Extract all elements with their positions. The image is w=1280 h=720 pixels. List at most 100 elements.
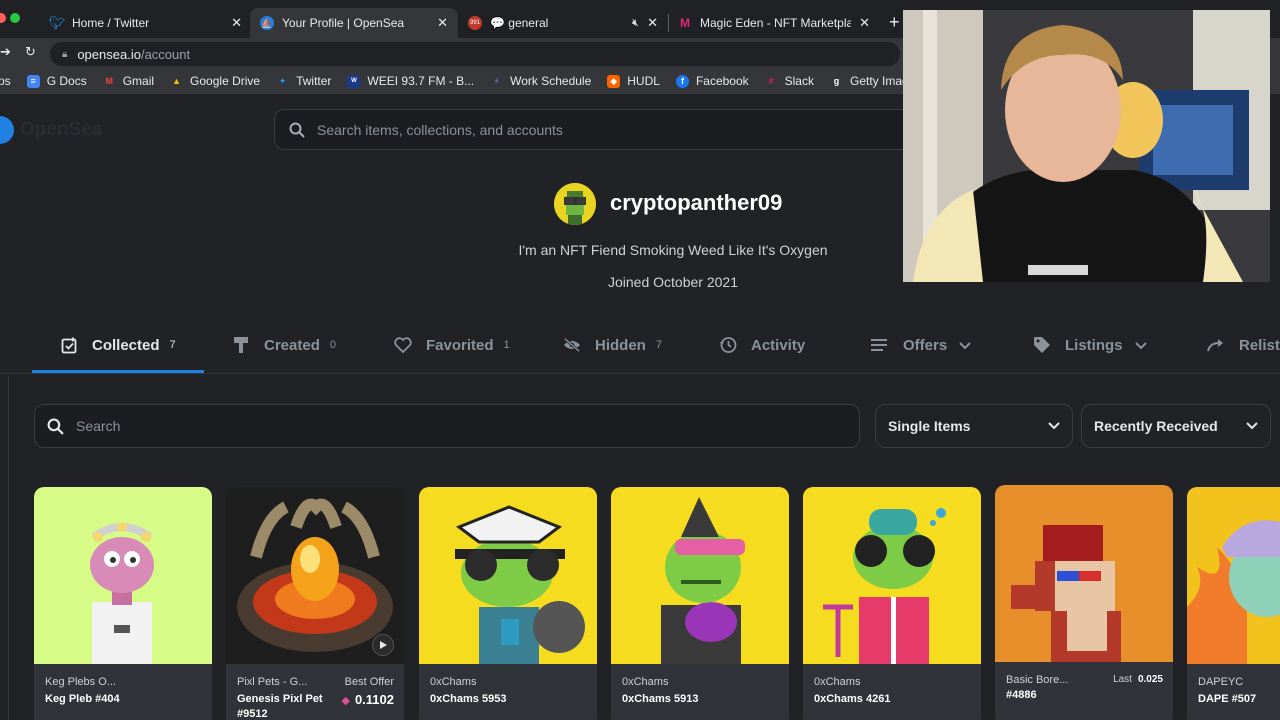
- browser-tab-magic-eden[interactable]: M Magic Eden - NFT Marketplace ✕: [668, 8, 880, 38]
- tab-hidden[interactable]: Hidden 7: [563, 336, 662, 354]
- nft-name: #4886: [1006, 689, 1037, 701]
- search-icon: [47, 418, 64, 435]
- tab-created[interactable]: Created 0: [232, 336, 336, 354]
- collection-name: 0xChams: [814, 676, 861, 688]
- chevron-down-icon: [1048, 422, 1060, 430]
- chevron-down-icon: [959, 337, 971, 354]
- url-field[interactable]: 🔒︎ opensea.io/account: [50, 42, 900, 66]
- tab-favorited[interactable]: Favorited 1: [394, 336, 510, 354]
- lock-icon: 🔒︎: [62, 48, 68, 60]
- best-offer-value: ◆ 0.1102: [341, 692, 394, 707]
- nft-name: 0xChams 5953: [430, 693, 507, 705]
- tab-title: 💬 general: [490, 16, 549, 30]
- sidebar-divider: [8, 376, 9, 720]
- eye-off-icon: [563, 336, 581, 354]
- avatar[interactable]: [554, 183, 596, 225]
- bookmark-slack[interactable]: # Slack: [765, 74, 814, 88]
- bookmark-label: Slack: [784, 74, 814, 88]
- window-zoom-dot[interactable]: [10, 13, 20, 23]
- tab-count: 1: [503, 339, 510, 351]
- browser-tab-discord[interactable]: 991 💬 general 🔇︎ ✕: [458, 8, 668, 38]
- tab-label: Created: [264, 336, 320, 354]
- bookmark-label: Facebook: [695, 74, 749, 88]
- discord-icon: 991: [468, 16, 482, 30]
- nft-name: 0xChams 4261: [814, 693, 891, 705]
- bookmark-weei[interactable]: W WEEI 93.7 FM - B...: [347, 74, 474, 88]
- chevron-down-icon: [1246, 422, 1258, 430]
- nft-card[interactable]: 0xChams 0xChams 5913: [611, 487, 789, 720]
- bookmark-gmail[interactable]: M Gmail: [103, 74, 154, 88]
- opensea-icon: ⛵: [260, 16, 274, 30]
- collection-name: 0xChams: [430, 676, 477, 688]
- username: cryptopanther09: [610, 190, 783, 215]
- collection-name: Keg Plebs O...: [45, 676, 116, 688]
- browser-tab-opensea[interactable]: ⛵ Your Profile | OpenSea ✕: [250, 8, 458, 38]
- forward-icon[interactable]: ➔: [0, 44, 11, 60]
- bookmark-work-schedule[interactable]: ⚡︎ Work Schedule: [490, 74, 591, 88]
- bookmark-twitter[interactable]: ✦ Twitter: [276, 74, 332, 88]
- tab-listings[interactable]: Listings: [1033, 336, 1147, 354]
- bookmark-google-drive[interactable]: ▲ Google Drive: [170, 74, 260, 88]
- tab-count: 7: [169, 339, 176, 351]
- tab-label: Collected: [92, 336, 160, 354]
- window-close-dot[interactable]: [0, 13, 6, 23]
- close-tab-icon[interactable]: ✕: [859, 15, 870, 31]
- drive-icon: ▲: [172, 76, 181, 86]
- browser-tab-twitter[interactable]: 🐦︎ Home / Twitter ✕: [40, 8, 252, 38]
- bookmark-g-docs[interactable]: ≡ G Docs: [26, 74, 87, 88]
- new-tab-button[interactable]: +: [889, 12, 900, 33]
- sort-select[interactable]: Recently Received: [1081, 404, 1271, 448]
- item-type-value: Single Items: [888, 418, 971, 434]
- nft-name: Genesis Pixl Pet #9512: [237, 693, 323, 720]
- collection-name: DAPEYC: [1198, 676, 1244, 688]
- facebook-icon: f: [675, 74, 689, 88]
- close-tab-icon[interactable]: ✕: [231, 15, 242, 31]
- paintbrush-icon: [232, 336, 250, 354]
- logo-text: OpenSea: [20, 119, 103, 140]
- webcam-video-image: [903, 10, 1270, 282]
- tab-label: Offers: [903, 336, 948, 354]
- bookmark-facebook[interactable]: f Facebook: [675, 74, 749, 88]
- nft-image-0xchams-5953: [419, 487, 597, 664]
- tab-collected[interactable]: Collected 7: [60, 336, 176, 354]
- url-host: opensea.io: [77, 46, 141, 62]
- twitter-icon: ✦: [278, 75, 287, 86]
- search-placeholder: Search: [76, 418, 121, 434]
- opensea-logo[interactable]: OpenSea: [0, 116, 102, 144]
- nft-card[interactable]: DAPEYC DAPE #507: [1187, 487, 1280, 720]
- global-search-input[interactable]: Search items, collections, and accounts: [274, 109, 914, 150]
- hudl-icon: ◆: [607, 74, 621, 88]
- nft-card[interactable]: Pixl Pets - G... Genesis Pixl Pet #9512 …: [226, 487, 404, 720]
- tab-title: Magic Eden - NFT Marketplace: [700, 16, 852, 30]
- nft-image-keg-pleb: [34, 487, 212, 664]
- muted-icon[interactable]: 🔇︎: [632, 17, 639, 30]
- tab-label: Listings: [1065, 336, 1123, 354]
- tab-offers[interactable]: Offers: [871, 336, 971, 354]
- nft-card[interactable]: Basic Bore... #4886 Last 0.025: [995, 485, 1173, 720]
- nft-card[interactable]: 0xChams 0xChams 4261: [803, 487, 981, 720]
- nft-image-dape: [1187, 487, 1280, 664]
- items-search-input[interactable]: Search: [34, 404, 860, 448]
- close-tab-icon[interactable]: ✕: [647, 15, 658, 31]
- tag-icon: [1033, 336, 1051, 354]
- last-sale: Last 0.025: [1113, 674, 1163, 685]
- bookmark-label: G Docs: [46, 74, 87, 88]
- bookmark-label: Google Drive: [190, 74, 261, 88]
- close-tab-icon[interactable]: ✕: [437, 15, 448, 31]
- nft-name: DAPE #507: [1198, 693, 1257, 705]
- bookmark-label: HUDL: [627, 74, 660, 88]
- tab-count: 7: [655, 339, 662, 351]
- eth-icon: ◆: [341, 695, 350, 707]
- nft-card[interactable]: Keg Plebs O... Keg Pleb #404: [34, 487, 212, 720]
- item-type-select[interactable]: Single Items: [875, 404, 1073, 448]
- reload-icon[interactable]: ↻: [25, 44, 36, 60]
- offer-amount: 0.1102: [354, 692, 394, 707]
- tab-relist[interactable]: Relist: [1207, 336, 1280, 354]
- play-icon[interactable]: [372, 634, 394, 656]
- relist-icon: [1207, 336, 1225, 354]
- bookmark-apps[interactable]: ps: [0, 74, 11, 88]
- nft-card[interactable]: 0xChams 0xChams 5953: [419, 487, 597, 720]
- chevron-down-icon: [1134, 337, 1147, 354]
- tab-activity[interactable]: Activity: [719, 336, 805, 354]
- bookmark-hudl[interactable]: ◆ HUDL: [607, 74, 660, 88]
